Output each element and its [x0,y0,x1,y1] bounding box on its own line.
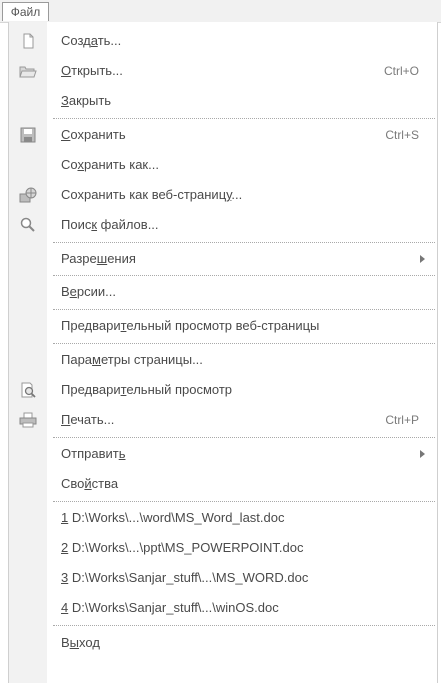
save-as-web-icon [19,187,37,203]
menu-item-recent-file-1[interactable]: 1 D:\Works\...\word\MS_Word_last.doc [9,503,437,533]
file-menu-dropdown: Создать... Открыть... Ctrl+O Закрыть Сох… [8,22,438,683]
search-files-icon [19,217,37,233]
menu-item-web-preview[interactable]: Предварительный просмотр веб-страницы [9,311,437,341]
submenu-arrow-icon [420,450,425,458]
separator [53,343,435,344]
shortcut-open: Ctrl+O [383,64,419,78]
menu-item-print-preview[interactable]: Предварительный просмотр [9,375,437,405]
menu-item-close[interactable]: Закрыть [9,86,437,116]
menu-item-label: 1 D:\Works\...\word\MS_Word_last.doc [61,510,285,525]
menu-item-open[interactable]: Открыть... Ctrl+O [9,56,437,86]
menu-bar: Файл [0,0,441,23]
menu-item-label: Отправить [61,446,126,461]
menu-item-print[interactable]: Печать... Ctrl+P [9,405,437,435]
menu-item-new[interactable]: Создать... [9,26,437,56]
menu-item-label: Сохранить [61,127,126,142]
open-folder-icon [19,63,37,79]
menu-item-label: Параметры страницы... [61,352,203,367]
menu-item-label: Предварительный просмотр [61,382,233,397]
print-preview-icon [19,382,37,398]
menu-item-save-as-web[interactable]: Сохранить как веб-страницу... [9,180,437,210]
menu-item-search-files[interactable]: Поиск файлов... [9,210,437,240]
menu-item-label: Свойства [61,476,119,491]
save-icon [19,127,37,143]
menu-item-label: Сохранить как веб-страницу... [61,187,243,202]
shortcut-print: Ctrl+P [385,413,419,427]
menu-item-label: 4 D:\Works\Sanjar_stuff\...\winOS.doc [61,600,279,615]
menu-item-label: Разрешения [61,251,136,266]
menu-item-label: 3 D:\Works\Sanjar_stuff\...\MS_WORD.doc [61,570,309,585]
separator [53,309,435,310]
separator [53,625,435,626]
menu-item-label: Сохранить как... [61,157,159,172]
menu-item-label: Закрыть [61,93,112,108]
menu-item-save[interactable]: Сохранить Ctrl+S [9,120,437,150]
separator [53,118,435,119]
menu-item-label: Печать... [61,412,115,427]
menu-item-save-as[interactable]: Сохранить как... [9,150,437,180]
menu-item-exit[interactable]: Выход [9,628,437,658]
separator [53,437,435,438]
print-icon [19,412,37,428]
menu-item-label: Создать... [61,33,122,48]
menu-item-label: Открыть... [61,63,123,78]
menu-item-recent-file-2[interactable]: 2 D:\Works\...\ppt\MS_POWERPOINT.doc [9,533,437,563]
menu-item-permissions[interactable]: Разрешения [9,244,437,274]
separator [53,275,435,276]
menu-item-label: 2 D:\Works\...\ppt\MS_POWERPOINT.doc [61,540,304,555]
menu-item-page-setup[interactable]: Параметры страницы... [9,345,437,375]
menu-item-recent-file-4[interactable]: 4 D:\Works\Sanjar_stuff\...\winOS.doc [9,593,437,623]
new-document-icon [19,33,37,49]
menu-item-label: Предварительный просмотр веб-страницы [61,318,320,333]
shortcut-save: Ctrl+S [385,128,419,142]
submenu-arrow-icon [420,255,425,263]
separator [53,242,435,243]
menu-item-send[interactable]: Отправить [9,439,437,469]
menu-item-versions[interactable]: Версии... [9,277,437,307]
menu-item-label: Выход [61,635,100,650]
file-menu-title[interactable]: Файл [2,2,49,21]
separator [53,501,435,502]
menu-item-properties[interactable]: Свойства [9,469,437,499]
menu-item-label: Поиск файлов... [61,217,159,232]
menu-item-label: Версии... [61,284,116,299]
menu-item-recent-file-3[interactable]: 3 D:\Works\Sanjar_stuff\...\MS_WORD.doc [9,563,437,593]
